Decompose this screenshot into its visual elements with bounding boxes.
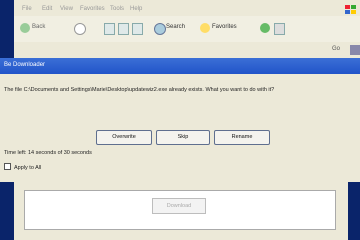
toolbar: Back Search Favorites bbox=[14, 16, 360, 43]
apply-to-all-checkbox[interactable]: Apply to All bbox=[4, 163, 41, 171]
dialog-title: Be Downloader bbox=[4, 62, 46, 68]
favorites-icon[interactable] bbox=[200, 23, 210, 33]
menu-file[interactable]: File bbox=[22, 6, 32, 12]
dialog-message: The file C:\Documents and Settings\Marie… bbox=[4, 87, 275, 93]
back-label[interactable]: Back bbox=[32, 24, 45, 30]
dialog-title-bar[interactable]: Be Downloader bbox=[0, 58, 360, 74]
rename-button[interactable]: Rename bbox=[214, 130, 270, 145]
menu-edit[interactable]: Edit bbox=[42, 6, 52, 12]
desktop-edge-right bbox=[348, 182, 360, 240]
overwrite-button[interactable]: Overwrite bbox=[96, 130, 152, 145]
search-icon[interactable] bbox=[154, 23, 166, 35]
apply-to-all-label: Apply to All bbox=[14, 165, 42, 171]
dialog-body: The file C:\Documents and Settings\Marie… bbox=[0, 74, 360, 182]
home-icon[interactable] bbox=[118, 23, 129, 35]
page-icon[interactable] bbox=[132, 23, 143, 35]
address-bar: Go bbox=[14, 42, 360, 58]
back-icon[interactable] bbox=[20, 23, 30, 33]
windows-logo-icon bbox=[345, 5, 356, 14]
go-arrow-icon[interactable] bbox=[350, 45, 360, 55]
media-icon[interactable] bbox=[260, 23, 270, 33]
menu-help[interactable]: Help bbox=[130, 6, 142, 12]
menu-bar: File Edit View Favorites Tools Help bbox=[14, 4, 360, 15]
go-label[interactable]: Go bbox=[332, 46, 340, 52]
stop-icon[interactable] bbox=[74, 23, 86, 35]
refresh-icon[interactable] bbox=[104, 23, 115, 35]
time-left-text: Time left: 14 seconds of 30 seconds bbox=[4, 150, 92, 156]
skip-button[interactable]: Skip bbox=[156, 130, 210, 145]
menu-view[interactable]: View bbox=[60, 6, 73, 12]
download-button[interactable]: Download bbox=[152, 198, 206, 214]
search-label[interactable]: Search bbox=[166, 24, 185, 30]
favorites-label[interactable]: Favorites bbox=[212, 24, 237, 30]
menu-tools[interactable]: Tools bbox=[110, 6, 124, 12]
history-icon[interactable] bbox=[274, 23, 285, 35]
checkbox-icon[interactable] bbox=[4, 163, 11, 170]
menu-favorites[interactable]: Favorites bbox=[80, 6, 105, 12]
